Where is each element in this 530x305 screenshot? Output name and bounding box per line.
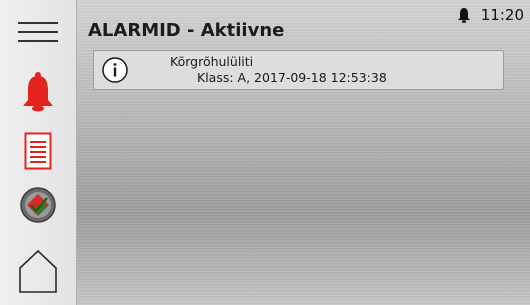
alarm-log-button[interactable] bbox=[0, 126, 76, 176]
menu-button[interactable] bbox=[0, 10, 76, 54]
home-icon bbox=[19, 249, 57, 293]
alarm-detail: Klass: A, 2017-09-18 12:53:38 bbox=[197, 70, 387, 85]
home-button[interactable] bbox=[0, 240, 76, 302]
alarm-name: Kõrgrõhulüliti bbox=[170, 54, 254, 69]
clock: 11:20 bbox=[480, 6, 524, 24]
status-bar: 11:20 bbox=[457, 6, 524, 24]
page-title: ALARMID - Aktiivne bbox=[88, 20, 285, 41]
status-button[interactable] bbox=[0, 180, 76, 230]
hamburger-menu-icon bbox=[18, 22, 58, 42]
document-list-icon bbox=[24, 132, 52, 170]
bell-icon bbox=[23, 72, 53, 112]
diamond-status-icon bbox=[20, 187, 56, 223]
alarms-button[interactable] bbox=[0, 66, 76, 118]
bell-icon bbox=[457, 8, 470, 23]
sidebar bbox=[0, 0, 77, 305]
info-icon bbox=[102, 57, 128, 83]
alarm-screen: ALARMID - Aktiivne 11:20 Kõrgrõhulüliti … bbox=[0, 0, 530, 305]
alarm-list-item[interactable]: Kõrgrõhulüliti Klass: A, 2017-09-18 12:5… bbox=[93, 50, 504, 90]
